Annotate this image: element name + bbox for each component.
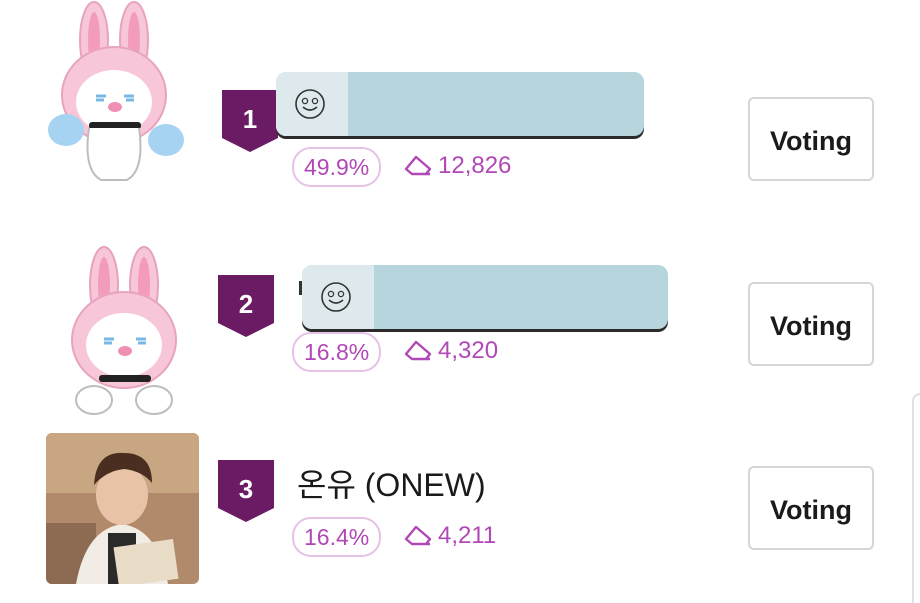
vote-share-bar bbox=[302, 265, 668, 329]
voting-button[interactable]: Voting bbox=[748, 282, 874, 366]
voting-button[interactable]: Voting bbox=[748, 466, 874, 550]
eraser-icon bbox=[404, 340, 432, 360]
vote-percent-badge: 16.4% bbox=[292, 517, 382, 557]
vote-count-value: 4,211 bbox=[438, 522, 497, 549]
vote-percent-badge: 16.8% bbox=[292, 332, 382, 372]
ranking-row-3: 3 온유 (ONEW) 16.4% 4,211 Voting bbox=[0, 0, 920, 584]
rank-badge: 2 bbox=[218, 275, 274, 337]
bunny-avatar-icon bbox=[71, 246, 177, 415]
artist-photo bbox=[46, 433, 199, 584]
rank-badge: 3 bbox=[218, 460, 274, 522]
scrollbar[interactable] bbox=[912, 393, 920, 603]
artist-name: 온유 (ONEW) bbox=[297, 467, 486, 503]
smiley-face-icon bbox=[321, 282, 351, 312]
rank-number: 2 bbox=[238, 289, 254, 319]
eraser-icon bbox=[404, 525, 432, 545]
rank-number: 3 bbox=[238, 474, 254, 504]
vote-count-value: 4,320 bbox=[438, 337, 499, 364]
vote-count: 4,320 bbox=[404, 333, 498, 369]
vote-count: 4,211 bbox=[404, 518, 496, 554]
